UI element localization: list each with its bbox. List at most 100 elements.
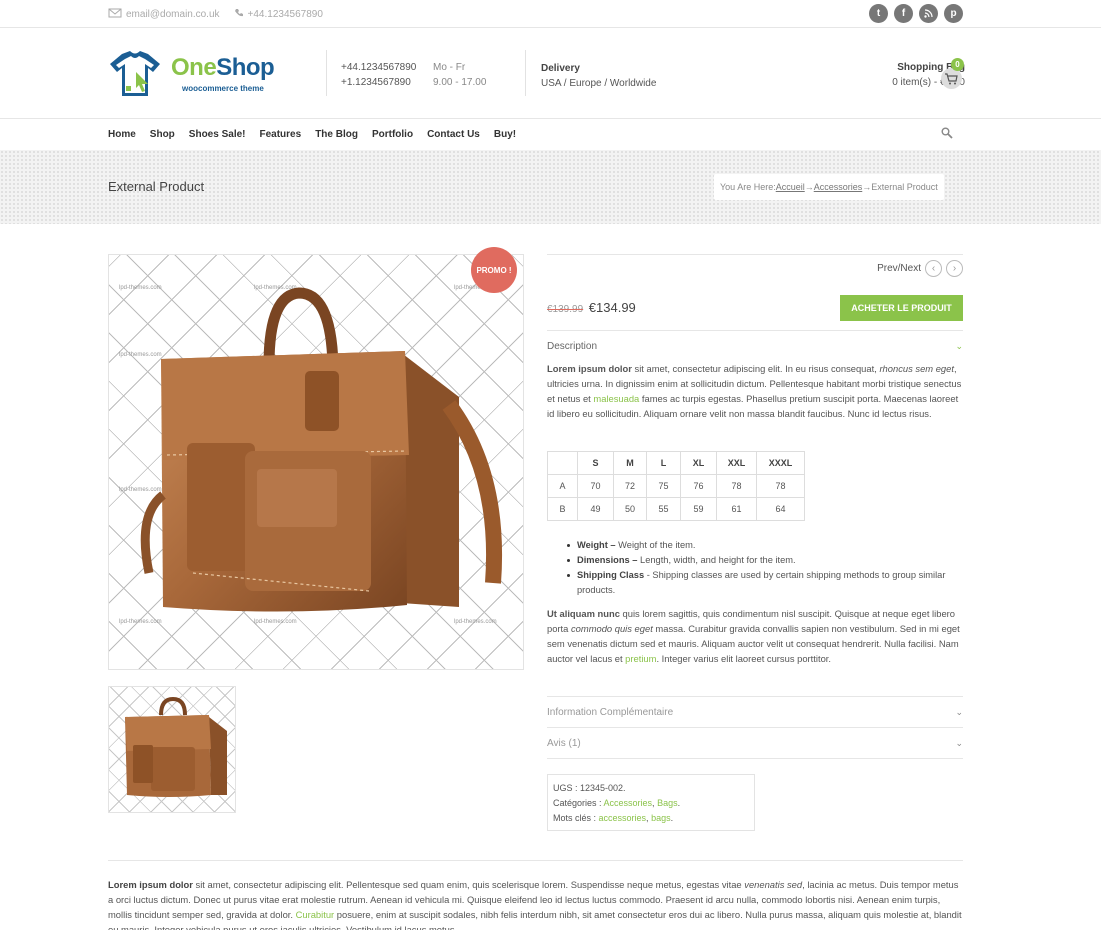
prev-arrow-icon[interactable]: ‹ bbox=[925, 260, 942, 277]
old-price: €139.99 bbox=[547, 304, 584, 315]
header-phone-2: +1.1234567890 bbox=[341, 77, 411, 88]
tag-link-bags[interactable]: bags bbox=[651, 813, 671, 823]
breadcrumb-separator: → bbox=[862, 182, 872, 192]
tab-description-label: Description bbox=[547, 341, 598, 352]
table-cell: M bbox=[613, 451, 647, 475]
desc-bold: Lorem ipsum dolor bbox=[547, 363, 632, 374]
list-item: Dimensions – Length, width, and height f… bbox=[565, 553, 955, 568]
breadcrumb-category[interactable]: Accessories bbox=[814, 182, 863, 192]
brand-shop: Shop bbox=[216, 54, 275, 81]
desc-bold: Ut aliquam nunc bbox=[547, 608, 620, 619]
current-price: €134.99 bbox=[588, 300, 636, 315]
tab-reviews[interactable]: Avis (1) ⌄ bbox=[547, 738, 963, 749]
delivery-regions: USA / Europe / Worldwide bbox=[541, 78, 657, 89]
divider bbox=[547, 758, 963, 759]
phone-icon bbox=[234, 8, 244, 21]
search-icon[interactable] bbox=[941, 127, 953, 139]
divider bbox=[108, 860, 963, 861]
facebook-icon[interactable]: f bbox=[894, 4, 913, 23]
divider bbox=[547, 254, 963, 255]
product-price: €139.99 €134.99 bbox=[547, 300, 636, 315]
meta-separator: . bbox=[677, 798, 681, 808]
list-item-label: Shipping Class bbox=[577, 570, 645, 580]
list-item: Weight – Weight of the item. bbox=[565, 538, 955, 553]
bottom-link-curabitur[interactable]: Curabitur bbox=[296, 909, 335, 920]
main-nav-bar: Home Shop Shoes Sale! Features The Blog … bbox=[0, 118, 1101, 150]
prev-next-nav: Prev/Next ‹ › bbox=[877, 260, 963, 277]
buy-product-button[interactable]: ACHETER LE PRODUIT bbox=[840, 295, 963, 321]
long-description: Lorem ipsum dolor sit amet, consectetur … bbox=[108, 877, 963, 930]
tab-reviews-label: Avis (1) bbox=[547, 738, 581, 749]
bottom-italic: venenatis sed bbox=[744, 879, 803, 890]
header-phone-1: +44.1234567890 bbox=[341, 62, 417, 73]
attribute-list: Weight – Weight of the item. Dimensions … bbox=[565, 538, 955, 598]
product-meta: UGS : 12345-002. Catégories : Accessorie… bbox=[547, 774, 755, 831]
breadcrumb-prefix: You Are Here: bbox=[720, 182, 776, 192]
tab-description[interactable]: Description ⌄ bbox=[547, 341, 963, 352]
promo-badge: PROMO ! bbox=[471, 247, 517, 293]
table-cell: XXXL bbox=[756, 451, 805, 475]
table-cell: XL bbox=[680, 451, 717, 475]
nav-item-shop[interactable]: Shop bbox=[150, 129, 175, 140]
breadcrumb-home[interactable]: Accueil bbox=[776, 182, 805, 192]
table-cell bbox=[547, 451, 578, 475]
top-email-link[interactable]: email@domain.co.uk bbox=[126, 9, 220, 20]
nav-item-shoes-sale[interactable]: Shoes Sale! bbox=[189, 129, 246, 140]
table-cell: 50 bbox=[613, 497, 647, 521]
desc-text: . Integer varius elit laoreet cursus por… bbox=[656, 653, 831, 664]
category-link-accessories[interactable]: Accessories bbox=[604, 798, 653, 808]
product-main-image[interactable]: lpd-themes.com lpd-themes.com lpd-themes… bbox=[108, 254, 524, 670]
top-bar: email@domain.co.uk +44.1234567890 t f p bbox=[0, 0, 1101, 28]
chevron-down-icon: ⌄ bbox=[955, 341, 963, 351]
hours-time: 9.00 - 17.00 bbox=[433, 77, 487, 88]
breadcrumb-separator: → bbox=[804, 182, 814, 192]
social-links: t f p bbox=[869, 4, 963, 23]
product-thumbnail[interactable] bbox=[108, 686, 236, 813]
tag-link-accessories[interactable]: accessories bbox=[599, 813, 647, 823]
cart-count-badge: 0 bbox=[951, 58, 964, 71]
header-phones: +44.1234567890 +1.1234567890 bbox=[341, 60, 416, 90]
category-link-bags[interactable]: Bags bbox=[657, 798, 678, 808]
twitter-icon[interactable]: t bbox=[869, 4, 888, 23]
main-nav: Home Shop Shoes Sale! Features The Blog … bbox=[108, 129, 516, 140]
desc-italic: commodo quis eget bbox=[570, 623, 653, 634]
desc-link-malesuada[interactable]: malesuada bbox=[593, 393, 639, 404]
logo-icon[interactable] bbox=[108, 50, 163, 98]
list-item-text: Weight of the item. bbox=[615, 540, 696, 550]
table-cell: XXL bbox=[716, 451, 757, 475]
chevron-down-icon: ⌄ bbox=[955, 738, 963, 748]
header-divider bbox=[326, 50, 327, 96]
top-phone: +44.1234567890 bbox=[247, 9, 323, 20]
nav-item-features[interactable]: Features bbox=[260, 129, 302, 140]
pinterest-icon[interactable]: p bbox=[944, 4, 963, 23]
tab-additional-info[interactable]: Information Complémentaire ⌄ bbox=[547, 707, 963, 718]
description-paragraph-2: Ut aliquam nunc quis lorem sagittis, qui… bbox=[547, 606, 965, 666]
table-cell: A bbox=[547, 474, 578, 498]
next-arrow-icon[interactable]: › bbox=[946, 260, 963, 277]
table-cell: 49 bbox=[577, 497, 614, 521]
rss-icon[interactable] bbox=[919, 4, 938, 23]
meta-label: Mots clés : bbox=[553, 813, 599, 823]
hours-days: Mo - Fr bbox=[433, 62, 466, 73]
cart-icon[interactable] bbox=[941, 68, 962, 89]
desc-italic: rhoncus sem eget bbox=[879, 363, 954, 374]
table-cell: 75 bbox=[646, 474, 681, 498]
nav-item-contact[interactable]: Contact Us bbox=[427, 129, 480, 140]
breadcrumb: You Are Here: Accueil → Accessories → Ex… bbox=[714, 174, 944, 200]
product-categories: Catégories : Accessories, Bags. bbox=[553, 796, 749, 811]
nav-item-home[interactable]: Home bbox=[108, 129, 136, 140]
table-row: A 70 72 75 76 78 78 bbox=[547, 474, 805, 498]
table-cell: L bbox=[646, 451, 681, 475]
brand-tagline: woocommerce theme bbox=[182, 84, 264, 93]
list-item: Shipping Class - Shipping classes are us… bbox=[565, 568, 955, 598]
list-item-text: Length, width, and height for the item. bbox=[637, 555, 796, 565]
nav-item-buy[interactable]: Buy! bbox=[494, 129, 516, 140]
brand-name[interactable]: OneShop bbox=[171, 54, 275, 82]
nav-item-portfolio[interactable]: Portfolio bbox=[372, 129, 413, 140]
table-cell: 59 bbox=[680, 497, 717, 521]
table-row: B 49 50 55 59 61 64 bbox=[547, 497, 805, 521]
table-cell: B bbox=[547, 497, 578, 521]
nav-item-blog[interactable]: The Blog bbox=[315, 129, 358, 140]
table-cell: S bbox=[577, 451, 614, 475]
desc-link-pretium[interactable]: pretium bbox=[625, 653, 656, 664]
